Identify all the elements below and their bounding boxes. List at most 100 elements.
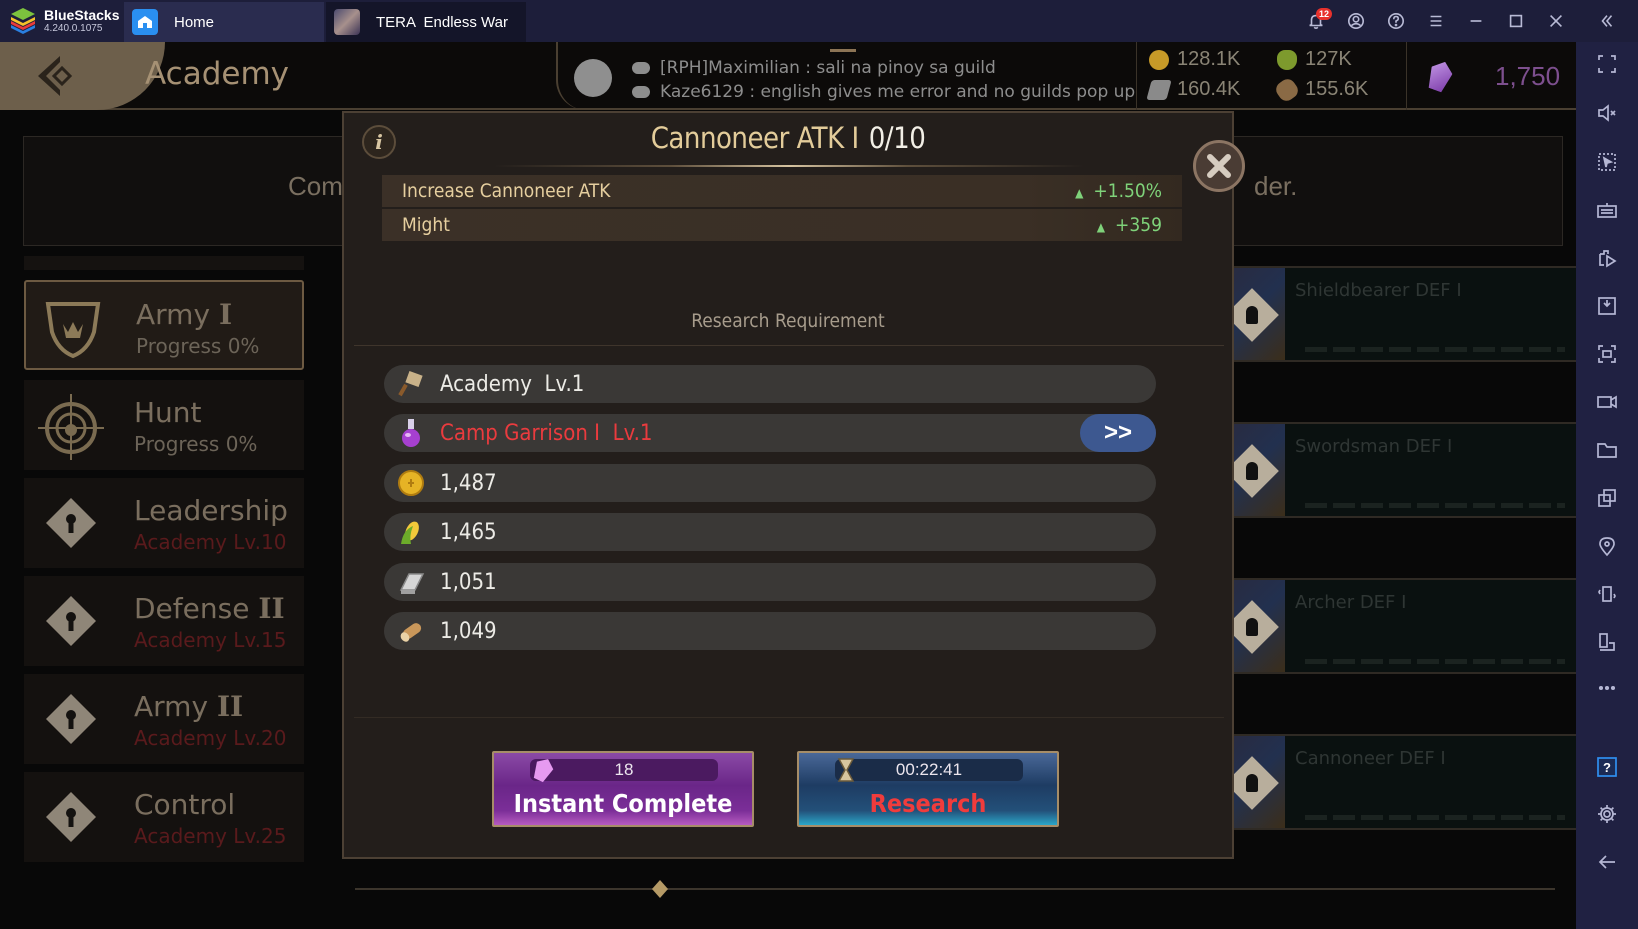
shake-button[interactable] — [1576, 574, 1638, 614]
back-button[interactable] — [0, 42, 165, 110]
requirement-divider — [354, 345, 1224, 346]
increase-arrow-icon: ▲ — [1075, 186, 1084, 200]
resource-iron: 160.4K — [1146, 78, 1240, 101]
help-box-icon: ? — [1597, 757, 1617, 777]
category-defense-2[interactable]: Defense II Academy Lv.15 — [24, 576, 304, 666]
help-button[interactable] — [1376, 0, 1416, 42]
bluestacks-toolbar: ? — [1576, 42, 1638, 929]
install-apk-button[interactable] — [1576, 286, 1638, 326]
gem-cost: 18 — [530, 759, 718, 781]
chat-bubble-icon — [632, 62, 650, 74]
hourglass-icon — [837, 758, 855, 782]
tech-card[interactable]: Swordsman DEF I — [1215, 422, 1576, 518]
maximize-icon — [1509, 14, 1523, 28]
record-icon — [1597, 395, 1617, 409]
media-manager-icon — [1599, 250, 1617, 268]
requirement-row: Academy Lv.1 — [384, 365, 1156, 403]
tree-scroll-handle[interactable] — [652, 880, 668, 898]
go-to-requirement-button[interactable]: >> — [1080, 414, 1156, 452]
category-army-2[interactable]: Army II Academy Lv.20 — [24, 674, 304, 764]
folder-icon — [1597, 443, 1617, 458]
corn-icon — [1277, 49, 1297, 70]
resource-panel[interactable]: 128.1K 127K 160.4K 155.6K — [1136, 42, 1396, 110]
research-detail-dialog: i Cannoneer ATK I 0/10 Increase Cannoneer… — [342, 111, 1234, 859]
account-icon — [1347, 12, 1365, 30]
chat-preview[interactable]: [RPH]Maximilian : sali na pinoy sa guild… — [556, 42, 1135, 110]
mute-button[interactable] — [1576, 93, 1638, 133]
notifications-button[interactable]: 12 — [1296, 0, 1336, 42]
location-icon — [1599, 537, 1615, 557]
back-icon — [1598, 855, 1615, 869]
help-box-button[interactable]: ? — [1576, 747, 1638, 787]
rotate-button[interactable] — [1576, 622, 1638, 662]
research-level: 0/10 — [868, 121, 926, 155]
gold-coin-icon — [396, 468, 426, 498]
gold-coin-icon — [1149, 49, 1169, 70]
tab-game[interactable]: TERA Endless War — [326, 2, 526, 42]
category-leadership[interactable]: Leadership Academy Lv.10 — [24, 478, 304, 568]
tech-card[interactable]: Cannoneer DEF I — [1215, 734, 1576, 830]
chat-handle[interactable] — [830, 49, 856, 52]
keyboard-button[interactable] — [1576, 190, 1638, 230]
instant-complete-button[interactable]: 18 Instant Complete — [492, 751, 754, 827]
tab-home-label: Home — [174, 13, 215, 31]
locked-emblem-icon — [46, 694, 96, 744]
screenshot-button[interactable] — [1576, 334, 1638, 374]
settings-button[interactable] — [1576, 794, 1638, 834]
requirement-row: Camp Garrison I Lv.1 >> — [384, 414, 1156, 452]
menu-icon — [1430, 15, 1442, 27]
settings-icon — [1598, 805, 1616, 823]
category-hunt[interactable]: Hunt Progress 0% — [24, 380, 304, 470]
scroll-up-indicator[interactable] — [24, 256, 304, 270]
bluestacks-logo: BlueStacks 4.240.0.1075 — [0, 0, 124, 42]
pointer-select-button[interactable] — [1576, 142, 1638, 182]
notification-badge: 12 — [1316, 8, 1333, 20]
increase-arrow-icon: ▲ — [1096, 220, 1106, 234]
research-button[interactable]: 00:22:41 Research — [797, 751, 1059, 827]
keyboard-icon — [1597, 203, 1617, 218]
stat-row: Might ▲ +359 — [382, 209, 1182, 241]
tab-home[interactable]: Home — [124, 2, 324, 42]
pointer-select-icon — [1598, 153, 1616, 171]
menu-button[interactable] — [1416, 0, 1456, 42]
location-button[interactable] — [1576, 526, 1638, 566]
install-apk-icon — [1598, 297, 1616, 315]
requirement-row: 1,051 — [384, 563, 1156, 601]
collapse-sidebar-button[interactable] — [1576, 0, 1638, 42]
record-button[interactable] — [1576, 382, 1638, 422]
fullscreen-button[interactable] — [1576, 44, 1638, 84]
hunt-target-icon — [38, 394, 104, 460]
close-dialog-button[interactable] — [1193, 140, 1245, 192]
maximize-button[interactable] — [1496, 0, 1536, 42]
minimize-button[interactable] — [1456, 0, 1496, 42]
media-manager-button[interactable] — [1576, 238, 1638, 278]
tree-scroll-track[interactable] — [355, 888, 1555, 890]
iron-ingot-icon — [396, 567, 426, 597]
android-back-button[interactable] — [1576, 842, 1638, 882]
hammer-icon — [396, 369, 426, 399]
banner-text-right: der. — [1254, 171, 1298, 201]
more-button[interactable] — [1576, 668, 1638, 708]
chat-message: [RPH]Maximilian : sali na pinoy sa guild — [632, 58, 996, 78]
locked-emblem-icon — [46, 596, 96, 646]
tech-card[interactable]: Archer DEF I — [1215, 578, 1576, 674]
requirement-row: 1,465 — [384, 513, 1156, 551]
game-topbar: Academy [RPH]Maximilian : sali na pinoy … — [0, 42, 1576, 110]
svg-text:?: ? — [1603, 760, 1611, 775]
account-button[interactable] — [1336, 0, 1376, 42]
gem-balance[interactable]: 1,750 — [1406, 42, 1576, 110]
folder-button[interactable] — [1576, 430, 1638, 470]
gem-icon — [1425, 58, 1456, 94]
close-window-button[interactable] — [1536, 0, 1576, 42]
shake-icon — [1598, 586, 1616, 602]
category-control[interactable]: Control Academy Lv.25 — [24, 772, 304, 862]
back-arrow-icon — [38, 56, 73, 96]
title-divider — [494, 165, 1084, 167]
world-chat-icon[interactable] — [574, 59, 612, 97]
multi-instance-button[interactable] — [1576, 478, 1638, 518]
corn-icon — [396, 517, 426, 547]
help-icon — [1387, 12, 1405, 30]
resource-gold: 128.1K — [1149, 48, 1240, 71]
tech-card[interactable]: Shieldbearer DEF I — [1215, 266, 1576, 362]
category-army-1[interactable]: Army I Progress 0% — [24, 280, 304, 370]
